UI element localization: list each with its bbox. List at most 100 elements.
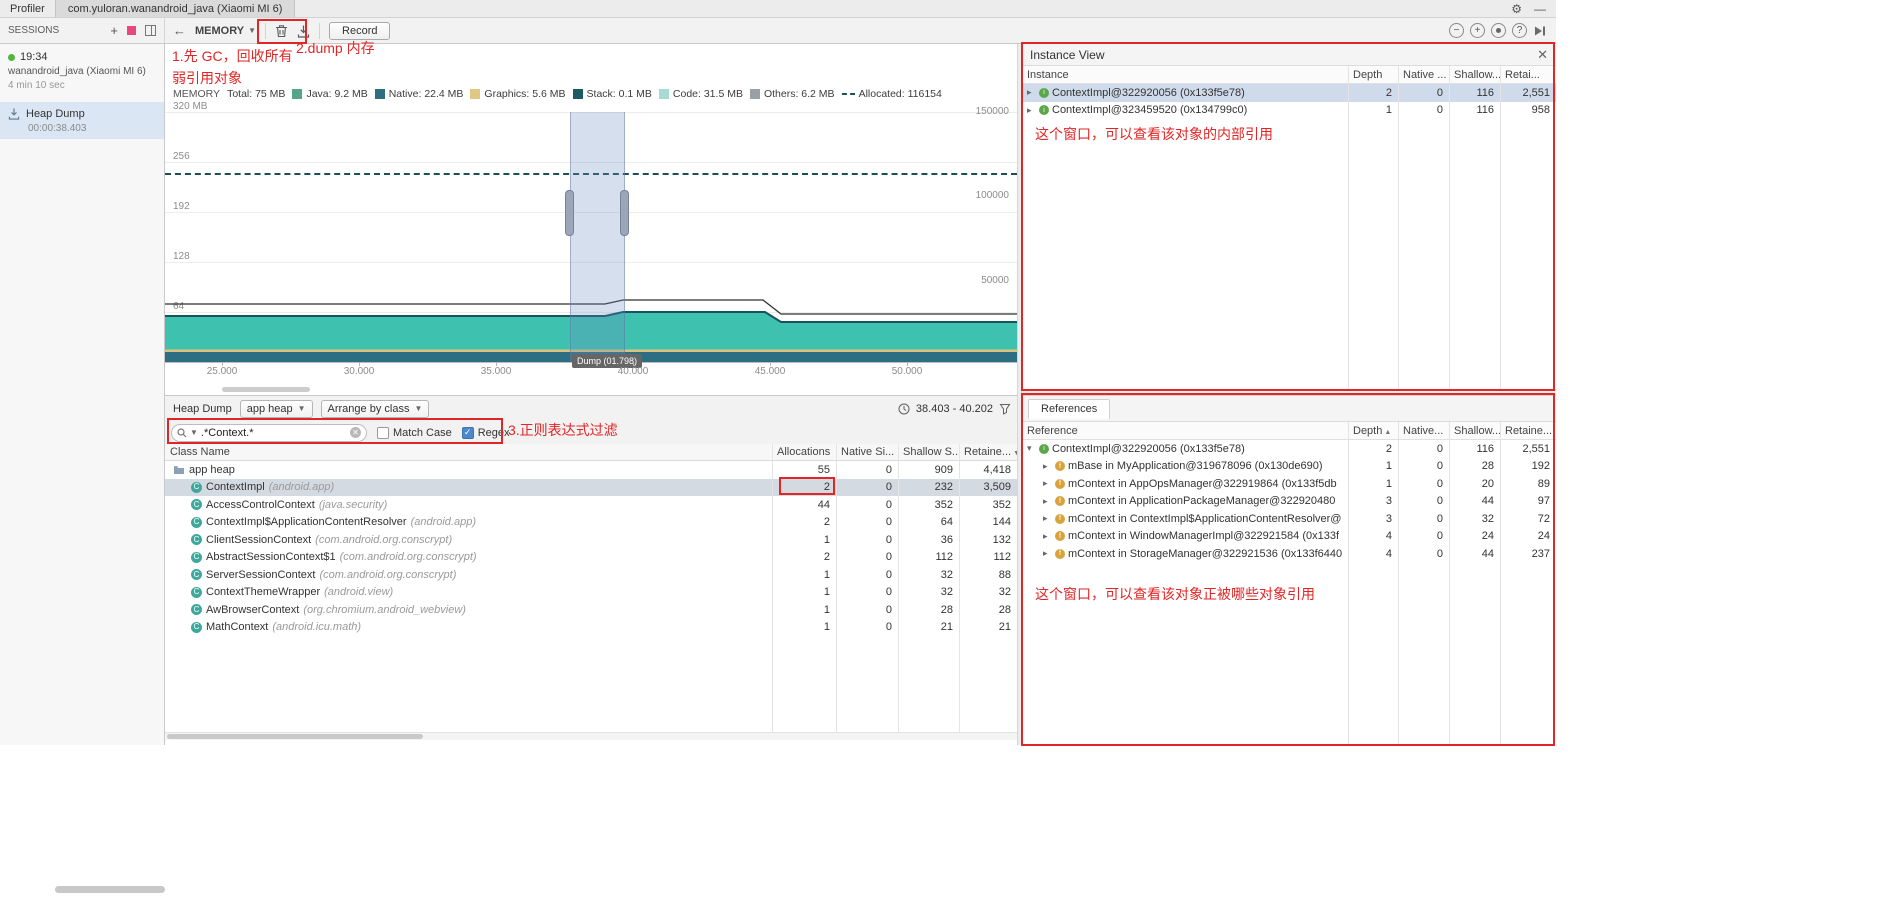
stop-session-icon[interactable]: [127, 26, 136, 35]
hide-window-icon[interactable]: —: [1534, 2, 1546, 16]
clear-search-icon[interactable]: ✕: [350, 427, 361, 438]
settings-gear-icon[interactable]: ⚙: [1511, 2, 1522, 16]
chevron-right-icon[interactable]: ▸: [1027, 87, 1036, 98]
reference-row[interactable]: ▾ i ContextImpl@322920056 (0x133f5e78) 2 0 11…: [1022, 440, 1556, 458]
chevron-right-icon[interactable]: ▸: [1043, 496, 1052, 507]
column-header-shallow[interactable]: Shallow...: [1449, 69, 1500, 81]
reset-zoom-icon[interactable]: [1491, 23, 1506, 38]
column-header-shallow-size[interactable]: Shallow S...: [898, 446, 959, 458]
column-header-label: Depth: [1353, 424, 1383, 437]
heap-table-row[interactable]: C ClientSessionContext (com.android.org.co…: [165, 531, 1017, 549]
reference-row[interactable]: ▸ f mContext in StorageManager@322921536 (…: [1022, 545, 1556, 563]
instance-row[interactable]: ▸ i ContextImpl@323459520 (0x134799c0) 1 0 11…: [1022, 102, 1556, 120]
back-arrow-icon[interactable]: ←: [173, 23, 186, 38]
scrollbar-thumb[interactable]: [167, 734, 423, 739]
memory-timeline[interactable]: MEMORY Total: 75 MB Java: 9.2 MB Native: …: [165, 44, 1017, 395]
heap-table-row[interactable]: app heap 55 0 909 4,418: [165, 461, 1017, 479]
heap-table-row[interactable]: C AwBrowserContext (org.chromium.android_w…: [165, 601, 1017, 619]
heap-horizontal-scrollbar[interactable]: [165, 732, 1017, 740]
native-size-value: 0: [1436, 547, 1443, 560]
column-header-depth[interactable]: Depth ▲: [1348, 425, 1398, 437]
add-session-icon[interactable]: +: [110, 24, 118, 37]
match-case-checkbox[interactable]: Match Case: [377, 426, 452, 439]
zoom-out-icon[interactable]: −: [1449, 23, 1464, 38]
record-button[interactable]: Record: [329, 21, 391, 40]
shallow-size-value: 21: [940, 621, 953, 634]
native-size-value: 0: [885, 568, 892, 581]
session-tab[interactable]: com.yuloran.wanandroid_java (Xiaomi MI 6…: [54, 0, 296, 17]
sessions-sidebar: 19:34 wanandroid_java (Xiaomi MI 6) 4 mi…: [0, 44, 165, 745]
gc-trash-icon[interactable]: [275, 24, 288, 38]
allocations-value: 44: [817, 498, 830, 511]
reference-row[interactable]: ▸ f mContext in AppOpsManager@322919864 (0…: [1022, 475, 1556, 493]
tab-references[interactable]: References: [1028, 399, 1111, 419]
heap-dump-artifact[interactable]: Heap Dump 00:00:38.403: [0, 102, 164, 139]
heap-table-row[interactable]: C ContextImpl$ApplicationContentResolver(…: [165, 514, 1017, 532]
column-header-shallow[interactable]: Shallow...: [1449, 425, 1500, 437]
heap-dump-icon[interactable]: [297, 24, 310, 38]
chevron-right-icon[interactable]: ▸: [1043, 478, 1052, 489]
help-icon[interactable]: ?: [1512, 23, 1527, 38]
heap-table-row[interactable]: C AccessControlContext (java.security) 44 0 3…: [165, 496, 1017, 514]
arrange-select[interactable]: Arrange by class ▼: [320, 399, 430, 418]
reference-row[interactable]: ▸ f mContext in ContextImpl$ApplicationCon…: [1022, 510, 1556, 528]
go-live-icon[interactable]: [1533, 25, 1546, 37]
column-header-retained[interactable]: Retaine...: [1500, 425, 1556, 437]
selection-left-handle[interactable]: [565, 190, 574, 236]
column-header-native-size[interactable]: Native Si...: [836, 446, 898, 458]
memory-stage-dropdown[interactable]: MEMORY ▼: [195, 25, 256, 37]
timeline-selection[interactable]: [570, 112, 625, 362]
profiler-tool-label[interactable]: Profiler: [0, 3, 55, 15]
reference-row[interactable]: ▸ f mBase in MyApplication@319678096 (0x13…: [1022, 458, 1556, 476]
column-header-retained[interactable]: Retai...: [1500, 69, 1556, 81]
heap-table-row[interactable]: C ContextImpl (android.app) 2 0 232 3,509: [165, 478, 1017, 496]
chevron-right-icon[interactable]: ▸: [1043, 461, 1052, 472]
close-icon[interactable]: ✕: [1537, 47, 1548, 63]
regex-label: Regex: [477, 426, 510, 439]
column-header-depth[interactable]: Depth: [1348, 69, 1398, 81]
chevron-right-icon[interactable]: ▸: [1043, 513, 1052, 524]
reference-row[interactable]: ▸ f mContext in ApplicationPackageManager@…: [1022, 493, 1556, 511]
heap-table-row[interactable]: C ContextThemeWrapper (android.view) 1 0 32 32: [165, 584, 1017, 602]
column-header-allocations[interactable]: Allocations: [772, 446, 836, 458]
column-header-retained-size[interactable]: Retaine... ▼: [959, 446, 1017, 458]
page-scrollbar-thumb[interactable]: [55, 886, 165, 893]
zoom-in-icon[interactable]: +: [1470, 23, 1485, 38]
chevron-right-icon[interactable]: ▸: [1043, 548, 1052, 559]
column-header-class-name[interactable]: Class Name: [165, 446, 772, 458]
column-header-native[interactable]: Native...: [1398, 425, 1449, 437]
native-size-value: 0: [1436, 495, 1443, 508]
instance-icon: i: [1039, 105, 1049, 116]
filter-funnel-icon[interactable]: [999, 403, 1011, 415]
instance-icon: i: [1039, 87, 1049, 98]
instance-row[interactable]: ▸ i ContextImpl@322920056 (0x133f5e78) 2 0 11…: [1022, 84, 1556, 102]
column-header-reference[interactable]: Reference: [1022, 425, 1348, 437]
chevron-down-icon[interactable]: ▼: [190, 428, 198, 437]
heap-table-row[interactable]: C ServerSessionContext (com.android.org.co…: [165, 566, 1017, 584]
chevron-right-icon[interactable]: ▸: [1043, 531, 1052, 542]
reference-cell: ▸ f mBase in MyApplication@319678096 (0x13…: [1022, 460, 1348, 472]
column-header-native[interactable]: Native ...: [1398, 69, 1449, 81]
legend-label: Stack: 0.1 MB: [586, 88, 652, 100]
regex-checkbox[interactable]: ✓ Regex: [461, 426, 510, 439]
heap-table-row[interactable]: C AbstractSessionContext$1 (com.android.or…: [165, 549, 1017, 567]
search-input[interactable]: ▼ .*Context.* ✕: [171, 423, 367, 442]
retained-size-value: 958: [1531, 104, 1550, 117]
heap-table-row[interactable]: C MathContext (android.icu.math) 1 0 21 21: [165, 619, 1017, 637]
shallow-size-value: 232: [934, 481, 953, 494]
chevron-right-icon[interactable]: ▸: [1027, 105, 1036, 116]
reference-row[interactable]: ▸ f mContext in WindowManagerImpl@32292158…: [1022, 528, 1556, 546]
selection-right-handle[interactable]: [620, 190, 629, 236]
heap-select[interactable]: app heap ▼: [239, 399, 313, 418]
class-icon: C: [191, 499, 202, 511]
native-size-value: 0: [885, 551, 892, 564]
timeline-scrollbar-thumb[interactable]: [222, 387, 310, 392]
chevron-down-icon[interactable]: ▾: [1027, 443, 1036, 454]
column-header-instance[interactable]: Instance: [1022, 69, 1348, 81]
collapse-panel-icon[interactable]: [145, 25, 156, 36]
session-entry[interactable]: 19:34 wanandroid_java (Xiaomi MI 6) 4 mi…: [0, 44, 164, 95]
shallow-size-value: 352: [934, 498, 953, 511]
retained-size-value: 97: [1537, 495, 1550, 508]
legend-label: Allocated: 116154: [858, 88, 942, 100]
heap-dump-panel: Heap Dump app heap ▼ Arrange by class ▼ 38…: [165, 395, 1017, 745]
